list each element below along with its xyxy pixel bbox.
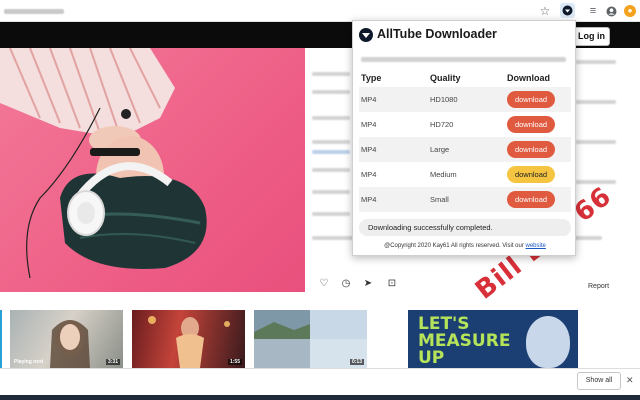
description-line: [312, 212, 350, 216]
description-line: [312, 168, 350, 172]
description-line: [312, 190, 350, 194]
taskbar: [0, 395, 640, 400]
thumbnail-caption: Playing next: [14, 359, 44, 365]
login-button[interactable]: Log in: [573, 27, 610, 46]
video-title: [361, 57, 566, 62]
description-line: [312, 150, 350, 154]
alltube-extension-icon[interactable]: [560, 3, 575, 18]
type-cell: MP4: [361, 195, 377, 204]
thumbnail[interactable]: [0, 310, 2, 368]
type-cell: MP4: [361, 170, 377, 179]
page: ☆ ≡ ● Log in ♡ ◷ ➤ ⊡ Report Playing next…: [0, 0, 640, 400]
description-line: [576, 140, 616, 144]
extension-popup: AllTube Downloader Type Quality Download…: [352, 20, 576, 256]
menu-icon[interactable]: ●: [624, 5, 636, 17]
promo-banner[interactable]: LET'S MEASURE UP: [408, 310, 578, 368]
description-line: [312, 72, 350, 76]
thumbnail-duration: 3:31: [105, 359, 120, 365]
quality-cell: HD720: [430, 120, 454, 129]
table-row: MP4 HD1080 download: [359, 87, 571, 112]
url-bar[interactable]: [4, 9, 64, 14]
copyright-label: @Copyright 2020 Kay61 All rights reserve…: [384, 243, 524, 249]
copyright-text: @Copyright 2020 Kay61 All rights reserve…: [353, 243, 577, 249]
download-button[interactable]: download: [507, 116, 555, 133]
share-icon[interactable]: ➤: [362, 277, 374, 289]
download-button[interactable]: download: [507, 191, 555, 208]
table-row: MP4 HD720 download: [359, 112, 571, 137]
description-line: [312, 90, 350, 94]
promo-text: LET'S MEASURE UP: [418, 314, 511, 368]
quality-cell: Small: [430, 195, 449, 204]
save-icon[interactable]: ⊡: [386, 277, 398, 289]
type-cell: MP4: [361, 145, 377, 154]
quality-cell: Large: [430, 145, 450, 154]
column-header-quality: Quality: [430, 73, 461, 83]
description-line: [312, 116, 350, 120]
video-player[interactable]: [0, 48, 305, 292]
thumbnail[interactable]: 0:13: [254, 310, 367, 368]
column-header-type: Type: [361, 73, 382, 83]
type-cell: MP4: [361, 120, 377, 129]
thumbnail[interactable]: Playing next 3:31: [10, 310, 123, 368]
promo-graphic: [526, 316, 570, 368]
description-line: [576, 100, 616, 104]
popup-title: AllTube Downloader: [377, 27, 497, 41]
alltube-logo-icon: [359, 28, 373, 42]
quality-cell: HD1080: [430, 95, 458, 104]
quality-cell: Medium: [430, 170, 457, 179]
download-button[interactable]: download: [507, 166, 555, 183]
hero-photo: [0, 48, 207, 279]
table-row: MP4 Large download: [359, 137, 571, 162]
heart-icon[interactable]: ♡: [318, 277, 330, 289]
browser-toolbar: ☆ ≡ ●: [0, 0, 640, 22]
description-line: [576, 60, 616, 64]
table-row: MP4 Medium download: [359, 162, 571, 187]
website-link[interactable]: website: [526, 243, 546, 249]
thumbnail-duration: 0:13: [349, 359, 364, 365]
playlist-icon[interactable]: ≡: [586, 4, 600, 18]
report-link[interactable]: Report: [588, 283, 609, 290]
type-cell: MP4: [361, 95, 377, 104]
close-icon[interactable]: ✕: [626, 375, 634, 386]
thumbnail-duration: 1:55: [227, 359, 242, 365]
download-bar: [0, 368, 640, 395]
star-icon[interactable]: ☆: [538, 4, 552, 18]
column-header-download: Download: [507, 73, 550, 83]
account-icon[interactable]: [604, 4, 618, 18]
download-button[interactable]: download: [507, 91, 555, 108]
description-line: [312, 140, 350, 144]
table-row: MP4 Small download: [359, 187, 571, 212]
thumbnail[interactable]: 1:55: [132, 310, 245, 368]
show-all-button[interactable]: Show all: [577, 372, 621, 390]
status-message: Downloading successfully completed.: [359, 219, 571, 236]
clock-icon[interactable]: ◷: [340, 277, 352, 289]
download-button[interactable]: download: [507, 141, 555, 158]
